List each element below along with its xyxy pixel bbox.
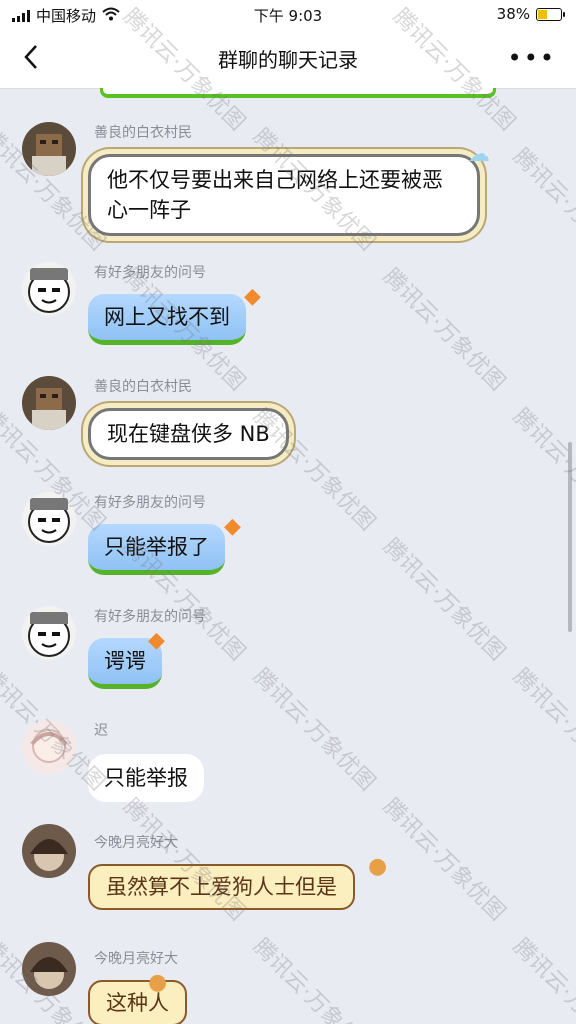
sender-name: 今晚月亮好大 <box>94 951 178 967</box>
cat-decoration-icon: ● <box>148 970 168 995</box>
avatar[interactable] <box>22 492 76 546</box>
avatar[interactable] <box>22 262 76 316</box>
chat-history[interactable]: 善良的白衣村民 他不仅号要出来自己网络上还要被恶心一阵子 ☁ 有好多朋友的问号 … <box>0 88 576 1024</box>
page-title: 群聊的聊天记录 <box>218 48 358 72</box>
avatar[interactable] <box>22 942 76 996</box>
avatar[interactable] <box>22 122 76 176</box>
sender-name: 有好多朋友的问号 <box>94 265 206 281</box>
sender-name: 有好多朋友的问号 <box>94 495 206 511</box>
scrollbar[interactable] <box>568 442 572 632</box>
sender-name: 善良的白衣村民 <box>94 379 192 395</box>
more-options-button[interactable]: ••• <box>508 44 556 72</box>
sender-name: 今晚月亮好大 <box>94 835 178 851</box>
battery-percent: 38% <box>496 5 530 23</box>
avatar[interactable] <box>22 720 76 774</box>
sender-name: 善良的白衣村民 <box>94 125 192 141</box>
cloud-decoration-icon: ☁ <box>468 142 490 167</box>
message-bubble[interactable]: 这种人 <box>88 980 187 1024</box>
previous-bubble-edge <box>100 88 496 98</box>
sender-name: 有好多朋友的问号 <box>94 609 206 625</box>
clock: 下午 9:03 <box>253 7 323 25</box>
battery-icon <box>536 7 565 21</box>
status-bar: 中国移动 下午 9:03 38% <box>0 0 576 28</box>
nav-bar: 群聊的聊天记录 ••• <box>0 28 576 89</box>
message-bubble[interactable]: 只能举报 <box>88 754 204 802</box>
kite-decoration-icon: ◆ <box>148 628 165 653</box>
message-bubble[interactable]: 虽然算不上爱狗人士但是 <box>88 864 355 910</box>
cat-decoration-icon: ● <box>368 854 388 879</box>
avatar[interactable] <box>22 824 76 878</box>
kite-decoration-icon: ◆ <box>244 284 261 309</box>
message-bubble[interactable]: 网上又找不到 <box>88 294 246 345</box>
kite-decoration-icon: ◆ <box>224 514 241 539</box>
sender-name: 迟 <box>94 723 108 739</box>
avatar[interactable] <box>22 376 76 430</box>
message-bubble[interactable]: 现在键盘侠多 NB <box>88 408 289 460</box>
message-bubble[interactable]: 他不仅号要出来自己网络上还要被恶心一阵子 <box>88 154 480 236</box>
message-bubble[interactable]: 只能举报了 <box>88 524 225 575</box>
avatar[interactable] <box>22 606 76 660</box>
